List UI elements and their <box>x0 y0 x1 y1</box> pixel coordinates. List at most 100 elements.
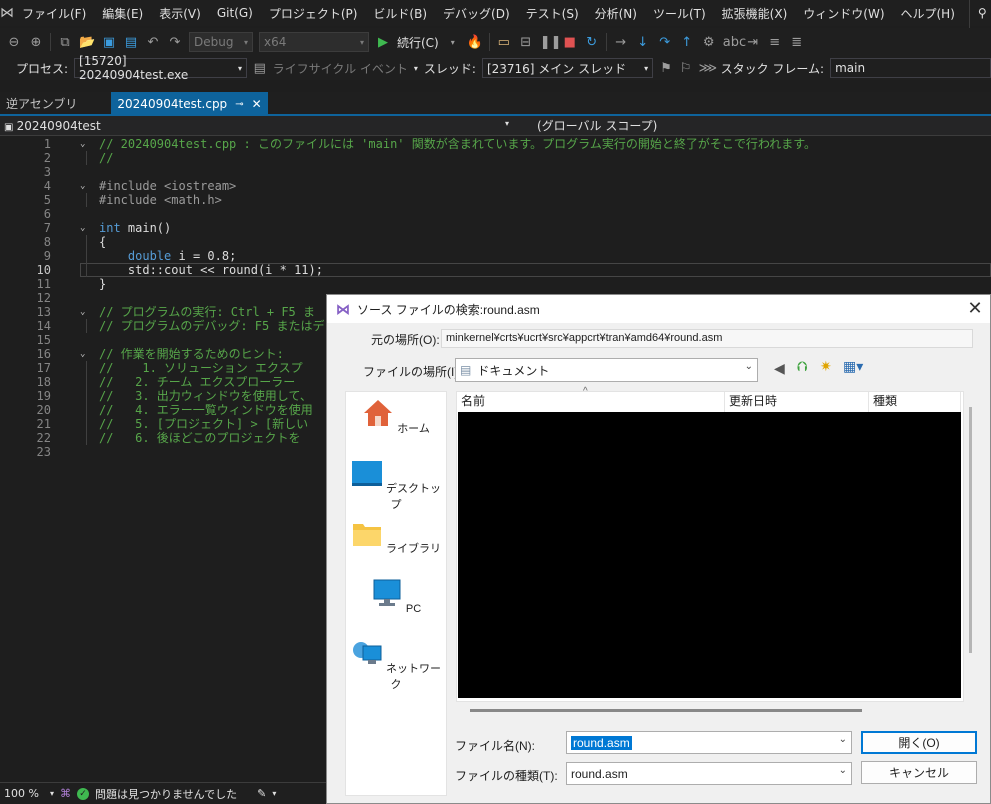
menu-view[interactable]: 表示(V) <box>151 5 209 22</box>
close-icon[interactable]: ✕ <box>252 97 262 111</box>
lifecycle-events-button[interactable]: ライフサイクル イベント <box>273 60 408 77</box>
breakpoint-settings-icon[interactable]: ⚙ <box>701 35 717 50</box>
look-in-select[interactable]: ▤ ドキュメント ⌄ <box>455 358 758 382</box>
new-item-icon[interactable]: ⧉ <box>57 35 73 50</box>
chevron-down-icon[interactable]: ⌄ <box>839 734 847 745</box>
browse-icon[interactable]: ▭ <box>496 35 512 50</box>
indent-icon[interactable]: ⇥ <box>745 35 761 50</box>
stop-icon[interactable]: ■ <box>562 35 578 50</box>
code-line[interactable]: 6 <box>0 207 991 221</box>
code-line[interactable]: 9 double i = 0.8; <box>0 249 991 263</box>
fold-chevron-icon[interactable]: ⌄ <box>80 221 85 235</box>
menu-debug[interactable]: デバッグ(D) <box>435 5 518 22</box>
comment-icon[interactable]: ≡ <box>767 35 783 50</box>
place-pc[interactable]: PC <box>346 578 446 615</box>
restart-icon[interactable]: ↻ <box>584 35 600 50</box>
up-folder-icon[interactable]: ⮉ <box>797 358 808 375</box>
platform-select[interactable]: x64 ▾ <box>259 32 369 52</box>
menu-test[interactable]: テスト(S) <box>518 5 587 22</box>
chevron-down-icon[interactable]: ▾ <box>272 789 276 798</box>
menu-extensions[interactable]: 拡張機能(X) <box>714 5 796 22</box>
file-list-content[interactable] <box>458 412 961 698</box>
project-dropdown[interactable]: ▣ 20240904test ▾ <box>0 119 515 133</box>
spellcheck-icon[interactable]: abc <box>723 35 746 50</box>
fold-chevron-icon[interactable]: ⌄ <box>80 179 85 193</box>
stack-frame-select[interactable]: main <box>830 58 991 78</box>
fold-chevron-icon[interactable]: ⌄ <box>80 137 85 151</box>
step-into-icon[interactable]: ↓ <box>635 35 651 50</box>
code-line[interactable]: 7 ⌄ int main() <box>0 221 991 235</box>
scope-dropdown[interactable]: (グローバル スコープ) <box>515 117 657 134</box>
save-all-icon[interactable]: ▤ <box>123 35 139 50</box>
forward-icon[interactable]: ⊕ <box>28 35 44 50</box>
column-type[interactable]: 種類 <box>869 392 961 412</box>
process-select[interactable]: [15720] 20240904test.exe ▾ <box>74 54 247 82</box>
chevron-down-icon[interactable]: ▾ <box>414 64 418 73</box>
place-libraries[interactable]: ライブラリ <box>346 518 446 556</box>
place-desktop[interactable]: デスクトップ <box>346 458 446 512</box>
window-layout-icon[interactable]: ⊟ <box>518 35 534 50</box>
menu-project[interactable]: プロジェクト(P) <box>261 5 366 22</box>
file-type-select[interactable]: round.asm ⌄ <box>566 762 852 785</box>
hot-reload-icon[interactable]: 🔥 <box>467 35 483 50</box>
issues-status[interactable]: 問題は見つかりませんでした <box>95 786 237 802</box>
code-line[interactable]: 1 ⌄ // 20240904test.cpp : このファイルには 'main' … <box>0 137 991 151</box>
menu-analyze[interactable]: 分析(N) <box>587 5 645 22</box>
column-name[interactable]: 名前 <box>457 392 725 412</box>
code-line[interactable]: 11} <box>0 277 991 291</box>
uncomment-icon[interactable]: ≣ <box>789 35 805 50</box>
menu-build[interactable]: ビルド(B) <box>365 5 435 22</box>
file-list[interactable]: ^ 名前 更新日時 種類 <box>456 386 964 702</box>
menu-tools[interactable]: ツール(T) <box>645 5 714 22</box>
lifecycle-events-icon[interactable]: ▤ <box>253 61 267 76</box>
code-line[interactable]: 5 #include <math.h> <box>0 193 991 207</box>
chevron-down-icon[interactable]: ▾ <box>445 38 461 47</box>
open-button[interactable]: 開く(O) <box>861 731 977 754</box>
close-icon[interactable]: ✕ <box>964 298 986 319</box>
visual-studio-logo-icon[interactable]: ⋈ <box>0 0 14 26</box>
code-line[interactable]: 10 std::cout << round(i * 11); <box>0 263 991 277</box>
place-home[interactable]: ホーム <box>346 398 446 436</box>
zoom-level[interactable]: 100 % <box>4 787 44 800</box>
place-network[interactable]: ネットワーク <box>346 638 446 692</box>
menu-window[interactable]: ウィンドウ(W) <box>795 5 892 22</box>
pin-icon[interactable]: ⊸ <box>235 99 243 110</box>
new-folder-icon[interactable]: ✷ <box>820 358 832 375</box>
tab-20240904test-cpp[interactable]: 20240904test.cpp ⊸ ✕ <box>111 92 268 114</box>
redo-icon[interactable]: ↷ <box>167 35 183 50</box>
code-line[interactable]: 8{ <box>0 235 991 249</box>
open-folder-icon[interactable]: 📂 <box>79 35 95 50</box>
chevron-down-icon[interactable]: ▾ <box>50 789 54 798</box>
code-line[interactable]: 4 ⌄ #include <iostream> <box>0 179 991 193</box>
tab-disassembly[interactable]: 逆アセンブリ <box>0 92 83 114</box>
continue-button[interactable]: 続行(C) <box>397 34 439 51</box>
back-icon[interactable]: ◀ <box>774 360 785 377</box>
copilot-icon[interactable]: ⌘ <box>60 787 71 800</box>
undo-icon[interactable]: ↶ <box>145 35 161 50</box>
menu-help[interactable]: ヘルプ(H) <box>893 5 963 22</box>
configuration-select[interactable]: Debug ▾ <box>189 32 253 52</box>
cleanup-brush-icon[interactable]: ✎ <box>257 787 266 800</box>
vertical-scrollbar[interactable] <box>969 407 972 653</box>
search-button[interactable]: ⚲ 検索 ▾ <box>968 0 991 30</box>
horizontal-scrollbar[interactable] <box>470 709 862 712</box>
menu-edit[interactable]: 編集(E) <box>94 5 151 22</box>
cancel-button[interactable]: キャンセル <box>861 761 977 784</box>
code-line[interactable]: 3 <box>0 165 991 179</box>
continue-play-icon[interactable]: ▶ <box>375 35 391 50</box>
show-next-statement-icon[interactable]: → <box>613 35 629 50</box>
flag-icon[interactable]: ⚑ <box>659 61 673 76</box>
step-over-icon[interactable]: ↷ <box>657 35 673 50</box>
flag-threads-icon[interactable]: ⚐ <box>679 61 693 76</box>
menu-file[interactable]: ファイル(F) <box>14 5 94 22</box>
column-modified[interactable]: 更新日時 <box>725 392 869 412</box>
code-line[interactable]: 2 // <box>0 151 991 165</box>
view-menu-icon[interactable]: ▦▾ <box>843 358 863 375</box>
fold-chevron-icon[interactable]: ⌄ <box>80 305 85 319</box>
save-icon[interactable]: ▣ <box>101 35 117 50</box>
thread-select[interactable]: [23716] メイン スレッド ▾ <box>481 58 654 78</box>
back-icon[interactable]: ⊖ <box>6 35 22 50</box>
fold-chevron-icon[interactable]: ⌄ <box>80 347 85 361</box>
pause-icon[interactable]: ❚❚ <box>540 35 562 50</box>
menu-git[interactable]: Git(G) <box>209 6 261 20</box>
